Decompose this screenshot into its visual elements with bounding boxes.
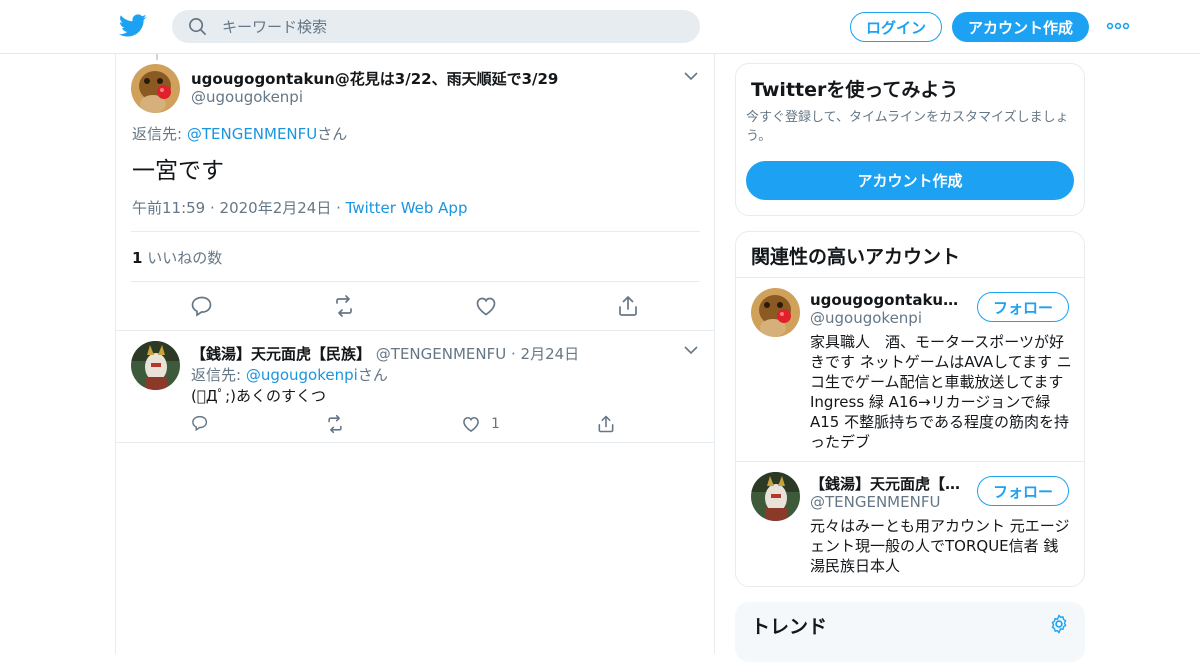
reply-date[interactable]: · 2月24日	[511, 345, 579, 363]
search-bar[interactable]	[172, 10, 700, 43]
trends-title: トレンド	[751, 616, 828, 638]
author-handle[interactable]: @ugougokenpi	[191, 88, 303, 106]
retweet-icon[interactable]	[332, 294, 356, 318]
avatar-image	[131, 64, 180, 113]
author-name[interactable]: ugougogontakun@花見は3/22、雨天順延で3/29	[191, 68, 558, 89]
author-avatar[interactable]	[131, 64, 180, 113]
twitter-bird-logo-icon[interactable]	[119, 13, 147, 39]
share-icon[interactable]	[596, 414, 616, 434]
account-item[interactable]: 【銭湯】天元面虎【民族】 @TENGENMENFU フォロー 元々はみーとも用ア…	[736, 461, 1084, 586]
retweet-action[interactable]	[325, 414, 345, 434]
like-heart-icon[interactable]	[474, 294, 498, 318]
like-count: 1	[132, 249, 143, 267]
like-label: いいねの数	[147, 249, 223, 267]
top-navigation-bar: ログイン アカウント作成	[0, 0, 1200, 54]
share-action[interactable]	[596, 414, 616, 434]
reply-to-line: 返信先: @ugougokenpiさん	[191, 364, 388, 385]
like-stats[interactable]: 1 いいねの数	[132, 247, 222, 268]
follow-button[interactable]: フォロー	[977, 292, 1069, 322]
search-icon	[189, 18, 206, 35]
search-input[interactable]	[222, 10, 682, 43]
account-bio: 元々はみーとも用アカウント 元エージェント現一般の人でTORQUE信者 銭湯民族…	[810, 517, 1070, 575]
reply-action[interactable]	[191, 414, 209, 432]
account-item[interactable]: ugougogontakun@花見は3/22、雨天順延で3/29 @ugougo…	[736, 277, 1084, 461]
tweet-source-link[interactable]: Twitter Web App	[346, 199, 468, 217]
meta-separator: ·	[331, 199, 346, 217]
signup-card-title: Twitterを使ってみよう	[751, 79, 959, 101]
login-button[interactable]: ログイン	[850, 12, 942, 42]
account-name[interactable]: 【銭湯】天元面虎【民族】	[810, 473, 965, 494]
account-bio: 家具職人 酒、モータースポーツが好きです ネットゲームはAVAしてます ニコ生で…	[810, 333, 1072, 451]
follow-button[interactable]: フォロー	[977, 476, 1069, 506]
reply-prefix: 返信先:	[132, 125, 187, 143]
related-accounts-card: 関連性の高いアカウント ugougogontakun@花見は3/22、雨天順延で…	[735, 231, 1085, 587]
reply-suffix: さん	[357, 366, 388, 384]
avatar-image	[751, 288, 800, 337]
account-handle[interactable]: @TENGENMENFU	[810, 493, 940, 511]
avatar-image	[131, 341, 180, 390]
signup-card: Twitterを使ってみよう 今すぐ登録して、タイムラインをカスタマイズしましょ…	[735, 63, 1085, 216]
reply-prefix: 返信先:	[191, 366, 246, 384]
avatar-image	[751, 472, 800, 521]
reply-tweet[interactable]: 【銭湯】天元面虎【民族】 @TENGENMENFU · 2月24日 返信先: @…	[116, 330, 714, 443]
reply-text: (ﾟДﾟ;)あくのすくつ	[191, 387, 326, 405]
trends-card: トレンド	[735, 602, 1085, 662]
tweet-timestamp[interactable]: 午前11:59 · 2020年2月24日	[132, 199, 331, 217]
signup-card-button[interactable]: アカウント作成	[746, 161, 1074, 200]
signup-button[interactable]: アカウント作成	[952, 12, 1089, 42]
like-action[interactable]: 1	[461, 414, 500, 434]
settings-gear-icon[interactable]	[1048, 613, 1070, 635]
reply-author-handle[interactable]: @TENGENMENFU	[376, 345, 506, 363]
account-handle[interactable]: @ugougokenpi	[810, 309, 922, 327]
reply-icon[interactable]	[190, 294, 214, 318]
account-name[interactable]: ugougogontakun@花見は3/22、雨天順延で3/29	[810, 289, 965, 310]
timeline-column: ugougogontakun@花見は3/22、雨天順延で3/29 @ugougo…	[115, 54, 715, 654]
thread-connector-line	[156, 54, 158, 60]
divider	[131, 231, 700, 232]
tweet-text: 一宮です	[132, 158, 224, 184]
signup-card-description: 今すぐ登録して、タイムラインをカスタマイズしましょう。	[746, 110, 1069, 144]
reply-header: 【銭湯】天元面虎【民族】 @TENGENMENFU · 2月24日	[191, 343, 579, 364]
reply-to-line: 返信先: @TENGENMENFUさん	[132, 123, 347, 144]
account-avatar[interactable]	[751, 288, 800, 337]
share-icon[interactable]	[616, 294, 640, 318]
reply-icon[interactable]	[191, 414, 209, 432]
related-accounts-title: 関連性の高いアカウント	[751, 246, 961, 268]
chevron-down-icon[interactable]	[684, 345, 698, 355]
reply-author-avatar[interactable]	[131, 341, 180, 390]
reply-author-name[interactable]: 【銭湯】天元面虎【民族】	[191, 345, 371, 363]
retweet-icon[interactable]	[325, 414, 345, 434]
like-heart-icon[interactable]	[461, 414, 481, 434]
reply-suffix: さん	[317, 125, 348, 143]
reply-to-mention-link[interactable]: @ugougokenpi	[246, 366, 358, 384]
reply-like-count: 1	[491, 416, 500, 432]
reply-to-mention-link[interactable]: @TENGENMENFU	[187, 125, 317, 143]
chevron-down-icon[interactable]	[684, 71, 698, 81]
account-avatar[interactable]	[751, 472, 800, 521]
tweet-metadata: 午前11:59 · 2020年2月24日 · Twitter Web App	[132, 197, 467, 218]
more-options-icon[interactable]	[1106, 18, 1130, 34]
divider	[131, 281, 700, 282]
